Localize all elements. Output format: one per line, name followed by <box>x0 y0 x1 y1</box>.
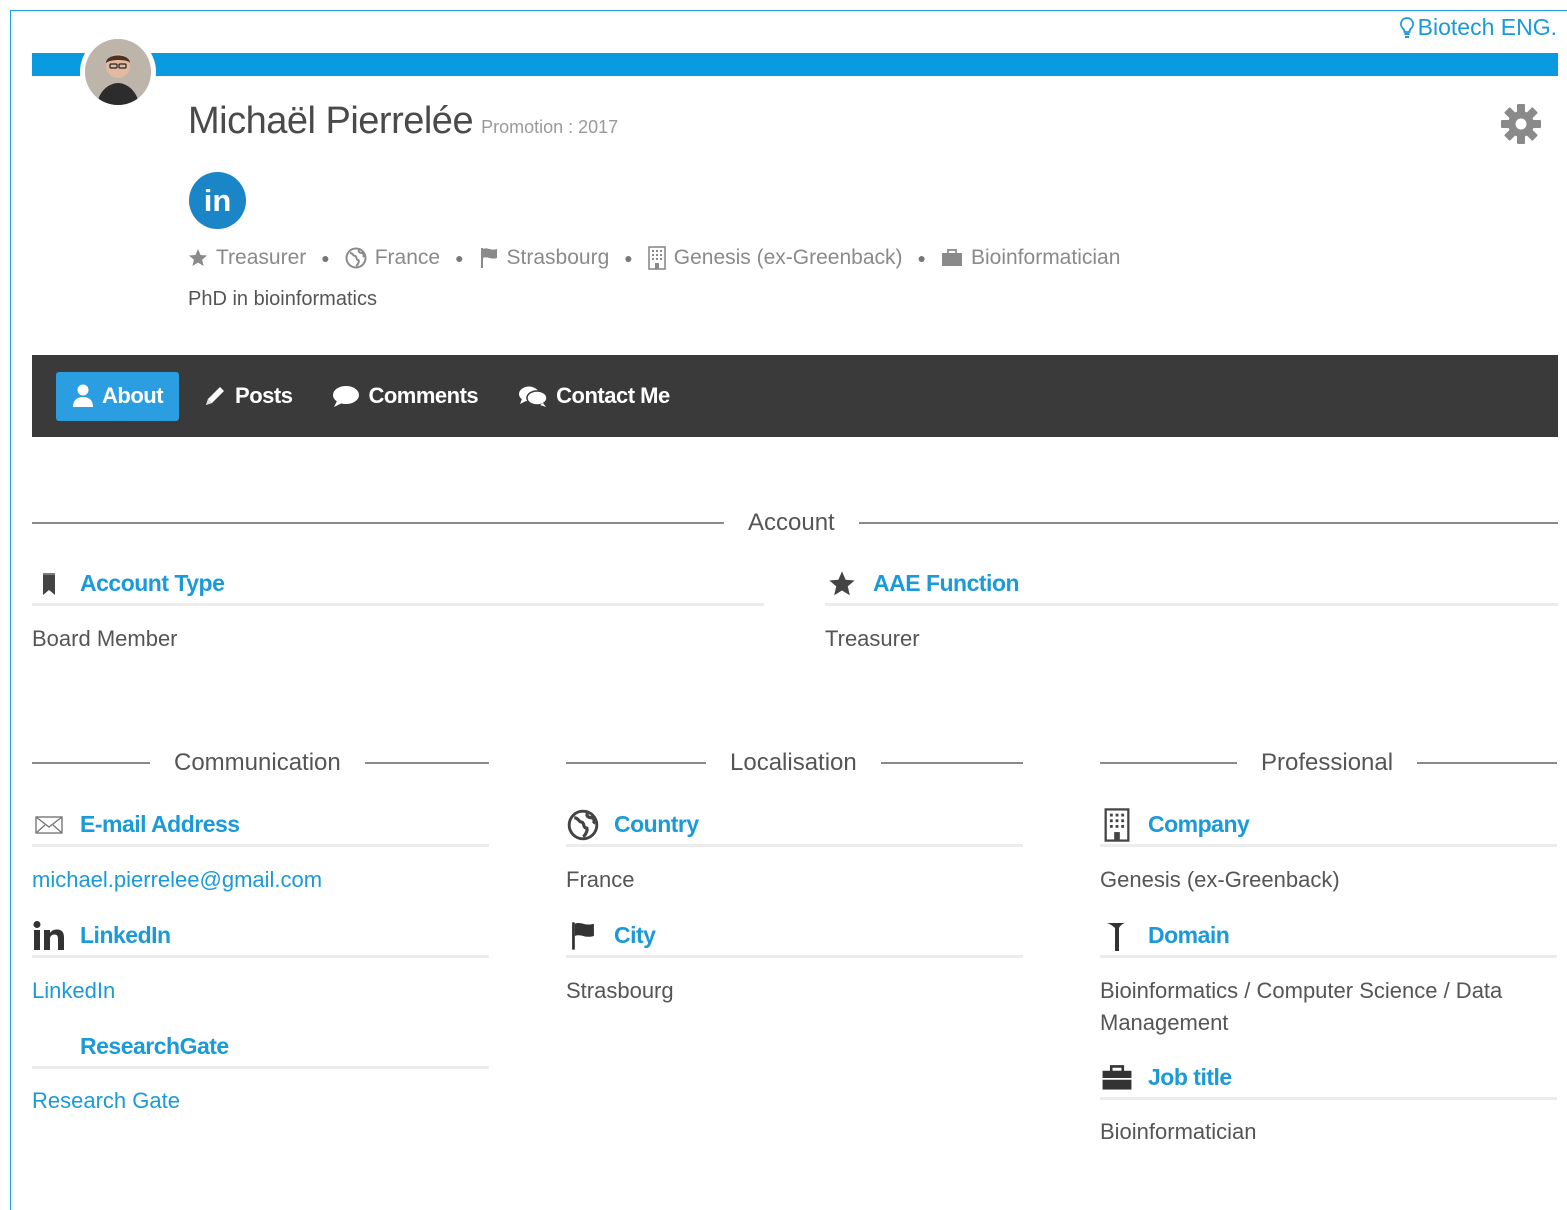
divider <box>32 522 724 524</box>
meta-job: Bioinformatician <box>941 246 1120 270</box>
separator-dot: ● <box>624 250 633 266</box>
profile-meta: Treasurer ● France ● Strasbourg ● Genesi… <box>188 246 1120 270</box>
globe-icon <box>566 809 600 841</box>
divider <box>858 522 1558 524</box>
city-value: Strasbourg <box>566 978 674 1003</box>
researchgate-link[interactable]: Research Gate <box>32 1085 180 1117</box>
flag-icon <box>480 248 497 268</box>
group-link-label: Biotech ENG. <box>1417 14 1557 40</box>
meta-function: Treasurer <box>188 246 306 270</box>
job-title-value: Bioinformatician <box>1100 1119 1257 1144</box>
separator-dot: ● <box>455 250 464 266</box>
meta-city: Strasbourg <box>479 246 609 270</box>
divider <box>880 762 1023 764</box>
star-icon <box>189 249 207 266</box>
divider <box>364 762 489 764</box>
section-localisation-title: Localisation <box>566 749 1023 777</box>
briefcase-icon <box>1100 1064 1134 1091</box>
tab-contact-me[interactable]: Contact Me <box>502 372 686 421</box>
separator-dot: ● <box>917 250 926 266</box>
avatar[interactable] <box>80 34 156 110</box>
profile-name: Michaël Pierrelée <box>188 100 474 142</box>
section-communication-title: Communication <box>32 749 489 777</box>
promotion: Promotion : 2017 <box>481 117 619 137</box>
tab-posts[interactable]: Posts <box>187 372 308 421</box>
section-professional-title: Professional <box>1100 749 1557 777</box>
field-city: City <box>566 916 1023 958</box>
company-value: Genesis (ex-Greenback) <box>1100 867 1340 892</box>
linkedin-link[interactable]: LinkedIn <box>32 975 115 1007</box>
separator-dot: ● <box>321 250 330 266</box>
building-icon <box>647 246 666 270</box>
avatar-photo <box>85 39 151 105</box>
profile-banner <box>32 53 1558 76</box>
field-aae-function: AAE Function <box>825 564 1558 606</box>
flag-icon <box>566 921 600 951</box>
bookmark-icon <box>32 572 66 596</box>
envelope-icon <box>32 815 66 835</box>
domain-value: Bioinformatics / Computer Science / Data… <box>1100 978 1503 1035</box>
hammer-icon <box>1100 920 1134 952</box>
building-icon <box>1100 807 1134 842</box>
field-email: E-mail Address <box>32 805 489 847</box>
profile-header: Michaël Pierrelée Promotion : 2017 <box>188 100 618 143</box>
field-researchgate: ResearchGate <box>32 1027 489 1069</box>
tab-comments[interactable]: Comments <box>316 372 494 421</box>
user-icon <box>73 384 93 407</box>
field-company: Company <box>1100 805 1557 847</box>
group-link[interactable]: Biotech ENG. <box>1399 14 1557 41</box>
briefcase-icon <box>941 249 962 266</box>
account-type-value: Board Member <box>32 626 178 651</box>
field-job-title: Job title <box>1100 1058 1557 1100</box>
field-linkedin: LinkedIn <box>32 916 489 958</box>
profile-degree: PhD in bioinformatics <box>188 288 377 310</box>
pencil-icon <box>206 387 225 405</box>
section-account-title: Account <box>32 509 1558 537</box>
linkedin-profile-icon[interactable]: in <box>189 172 246 229</box>
tab-about[interactable]: About <box>56 371 180 421</box>
divider <box>566 762 706 764</box>
country-value: France <box>566 867 635 892</box>
comments-icon <box>519 386 548 407</box>
divider <box>1100 762 1237 764</box>
meta-country: France <box>345 246 440 270</box>
divider <box>32 762 150 764</box>
aae-function-value: Treasurer <box>825 626 920 651</box>
meta-company: Genesis (ex-Greenback) <box>647 246 903 270</box>
divider <box>1417 762 1557 764</box>
comment-icon <box>333 386 360 407</box>
field-account-type: Account Type <box>32 564 764 606</box>
globe-icon <box>345 247 367 269</box>
email-link[interactable]: michael.pierrelee@gmail.com <box>32 864 322 896</box>
profile-tabs: About Posts Comments Contact Me <box>32 355 1558 437</box>
field-domain: Domain <box>1100 916 1557 958</box>
lightbulb-icon <box>1399 16 1414 38</box>
star-icon <box>825 570 859 598</box>
gear-icon[interactable] <box>1499 102 1543 146</box>
field-country: Country <box>566 805 1023 847</box>
linkedin-icon <box>32 920 66 951</box>
